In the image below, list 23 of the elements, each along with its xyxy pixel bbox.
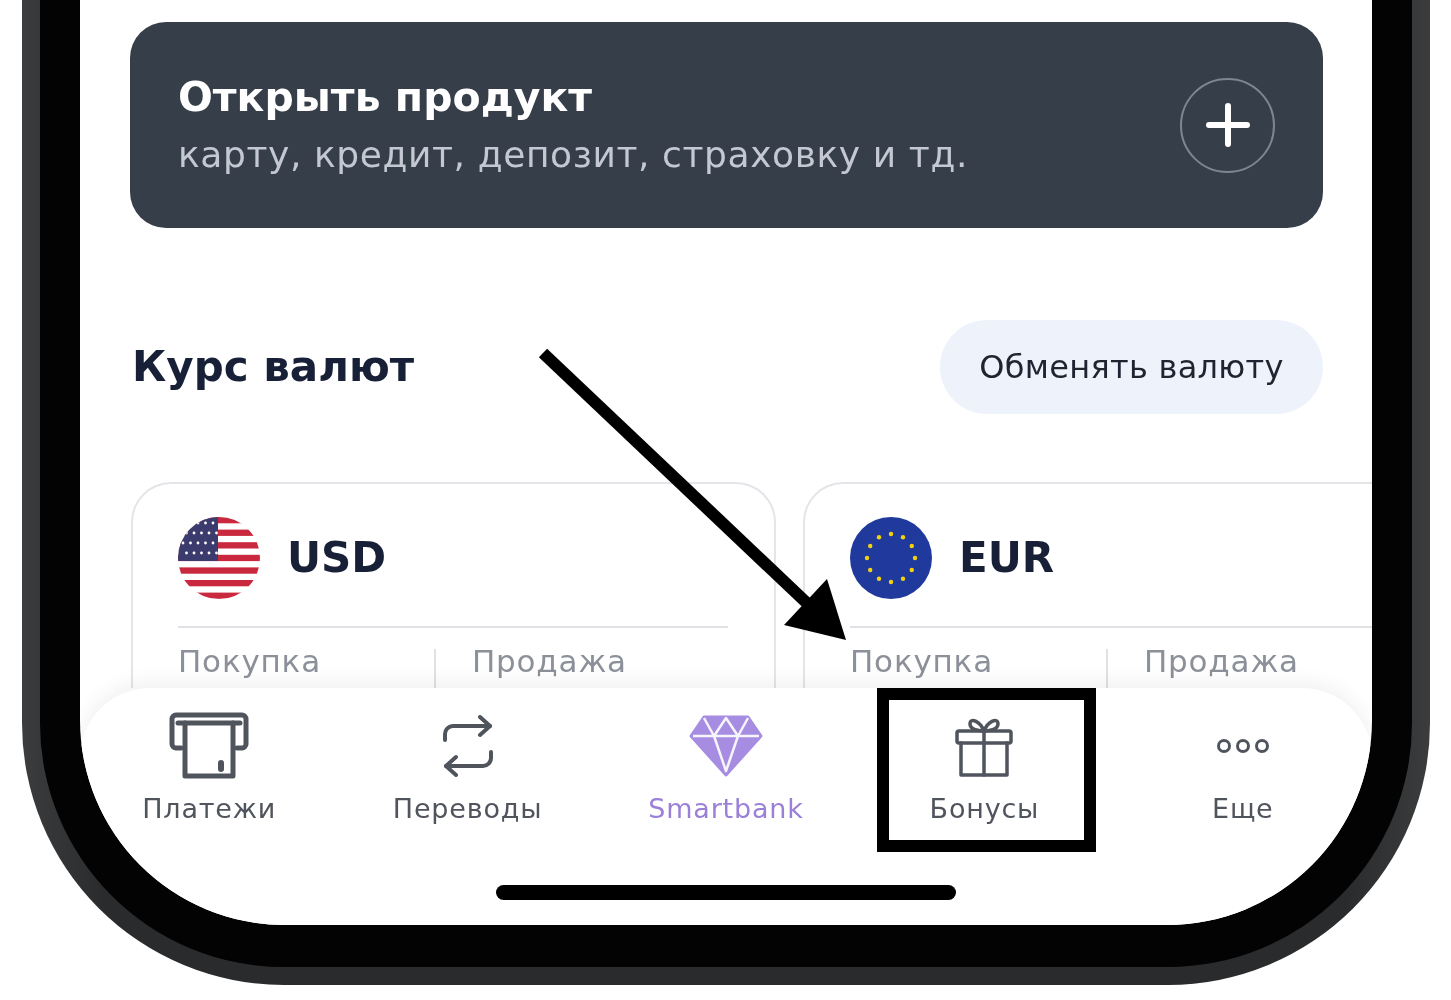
swap-arrows-icon xyxy=(440,715,495,777)
product-card[interactable]: Открыть продукт карту, кредит, депозит, страховку и тд. xyxy=(130,22,1323,228)
eu-flag-icon xyxy=(850,517,932,599)
card-slot-icon xyxy=(169,712,250,780)
buy-label: Покупка xyxy=(178,642,322,681)
tab-item[interactable]: Переводы xyxy=(384,702,551,832)
plus-icon xyxy=(1205,103,1250,147)
product-title: Открыть продукт xyxy=(178,72,593,122)
exchange-button[interactable]: Обменять валюту xyxy=(940,320,1323,414)
sell-label: Продажа xyxy=(472,642,628,681)
add-button[interactable] xyxy=(1180,77,1275,173)
tab-item[interactable]: Бонусы xyxy=(921,702,1048,832)
currency-code: EUR xyxy=(959,532,1055,584)
diamond-icon xyxy=(689,715,763,777)
tab-item[interactable]: Еще xyxy=(1204,702,1282,832)
currency-code: USD xyxy=(287,532,387,584)
tab-item[interactable]: Платежи xyxy=(134,702,285,832)
more-icon xyxy=(1215,738,1270,754)
sell-label: Продажа xyxy=(1144,642,1300,681)
us-flag-icon xyxy=(178,517,260,599)
buy-label: Покупка xyxy=(850,642,994,681)
section-title: Курс валют xyxy=(132,341,415,393)
product-subtitle: карту, кредит, депозит, страховку и тд. xyxy=(178,133,968,177)
